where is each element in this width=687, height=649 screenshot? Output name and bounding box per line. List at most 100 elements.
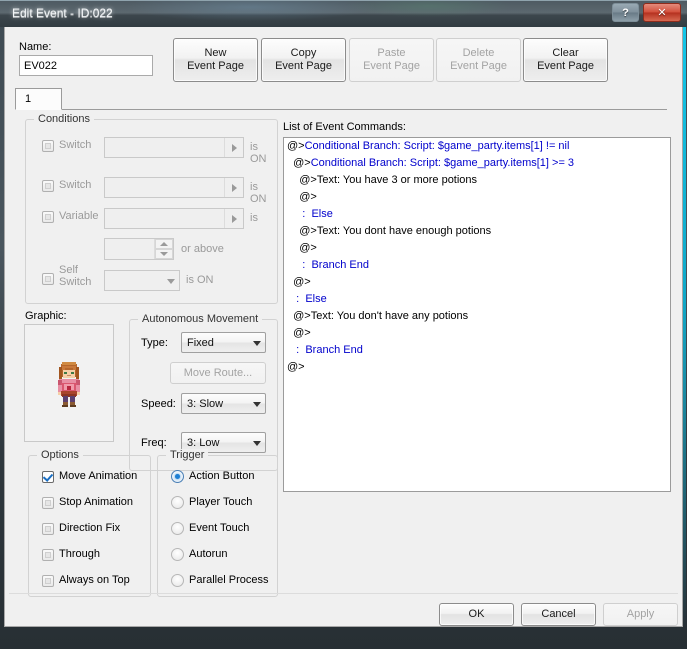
- condition-variable-number-stepper[interactable]: [104, 238, 174, 260]
- movement-speed-value: 3: Slow: [187, 397, 224, 410]
- clear-event-page-button[interactable]: Clear Event Page: [523, 38, 608, 82]
- graphic-preview[interactable]: [24, 324, 114, 442]
- trigger-autorun-radio[interactable]: [171, 548, 184, 561]
- command-marker: @>: [299, 174, 317, 186]
- condition-variable-checkbox[interactable]: [42, 211, 54, 223]
- dialog-client-area: Name: EV022 New Event Page Copy Event Pa…: [4, 27, 683, 627]
- trigger-autorun-label: Autorun: [189, 548, 228, 560]
- trigger-action-button-radio[interactable]: [171, 470, 184, 483]
- command-text: Text: You dont have enough potions: [316, 225, 492, 237]
- option-move-animation-checkbox[interactable]: [42, 471, 54, 483]
- tab-page-1[interactable]: 1: [15, 88, 62, 110]
- condition-self-switch-suffix: is ON: [186, 274, 214, 286]
- option-direction-fix-checkbox[interactable]: [42, 523, 54, 535]
- command-indent: [287, 191, 299, 203]
- condition-switch1-checkbox[interactable]: [42, 140, 54, 152]
- movement-freq-value: 3: Low: [187, 436, 220, 449]
- command-list-row[interactable]: : Else: [284, 291, 670, 308]
- command-list-row[interactable]: @>: [284, 274, 670, 291]
- trigger-event-touch-radio[interactable]: [171, 522, 184, 535]
- copy-event-page-line2: Event Page: [275, 60, 332, 72]
- condition-switch2-checkbox[interactable]: [42, 180, 54, 192]
- command-indent: [287, 225, 299, 237]
- command-marker: @>: [299, 191, 317, 203]
- condition-switch2-select[interactable]: [104, 177, 244, 198]
- copy-event-page-button[interactable]: Copy Event Page: [261, 38, 346, 82]
- command-indent: [287, 293, 296, 305]
- name-label: Name:: [19, 41, 52, 53]
- movement-speed-select[interactable]: 3: Slow: [181, 393, 266, 414]
- close-button[interactable]: ✕: [643, 3, 681, 22]
- option-through-label: Through: [59, 548, 100, 560]
- condition-variable-label: Variable: [59, 210, 99, 222]
- command-list-row[interactable]: : Branch End: [284, 257, 670, 274]
- condition-switch1-label: Switch: [59, 139, 92, 151]
- condition-switch1-suffix: is ON: [250, 141, 267, 165]
- movement-type-value: Fixed: [187, 336, 214, 349]
- stepper-down-icon[interactable]: [155, 249, 173, 259]
- browse-arrow-icon: [224, 138, 243, 157]
- condition-switch2-suffix: is ON: [250, 181, 267, 205]
- command-marker: @>: [299, 225, 317, 237]
- command-text: Branch End: [305, 344, 363, 356]
- options-group: Options Move Animation Stop Animation Di…: [28, 449, 151, 597]
- command-list-row[interactable]: @>Conditional Branch: Script: $game_part…: [284, 138, 670, 155]
- command-marker: @>: [293, 157, 311, 169]
- chevron-down-icon: [253, 441, 261, 446]
- paste-event-page-button[interactable]: Paste Event Page: [349, 38, 434, 82]
- trigger-group-title: Trigger: [166, 449, 209, 461]
- name-input[interactable]: EV022: [19, 55, 153, 76]
- condition-switch1-select[interactable]: [104, 137, 244, 158]
- move-route-button[interactable]: Move Route...: [170, 362, 266, 384]
- option-stop-animation-checkbox[interactable]: [42, 497, 54, 509]
- ok-button[interactable]: OK: [439, 603, 514, 626]
- movement-type-select[interactable]: Fixed: [181, 332, 266, 353]
- command-list-row[interactable]: @>: [284, 189, 670, 206]
- title-bar: Edit Event - ID:022 ? ✕: [0, 0, 687, 27]
- command-text: Else: [305, 293, 327, 305]
- command-list-row[interactable]: : Else: [284, 206, 670, 223]
- command-marker: :: [296, 293, 306, 305]
- command-list-row[interactable]: : Branch End: [284, 342, 670, 359]
- help-button[interactable]: ?: [612, 3, 639, 22]
- command-list-row[interactable]: @>Text: You have 3 or more potions: [284, 172, 670, 189]
- command-list-row[interactable]: @>: [284, 359, 670, 376]
- delete-event-page-button[interactable]: Delete Event Page: [436, 38, 521, 82]
- stepper-up-icon[interactable]: [155, 239, 173, 249]
- trigger-player-touch-radio[interactable]: [171, 496, 184, 509]
- command-marker: :: [296, 344, 306, 356]
- command-list-row[interactable]: @>Text: You dont have enough potions: [284, 223, 670, 240]
- window-accent-edge: [683, 27, 686, 627]
- cancel-button[interactable]: Cancel: [521, 603, 596, 626]
- option-stop-animation-label: Stop Animation: [59, 496, 133, 508]
- condition-variable-number-suffix: or above: [181, 243, 224, 255]
- command-list-row[interactable]: @>Text: You don't have any potions: [284, 308, 670, 325]
- option-always-on-top-checkbox[interactable]: [42, 575, 54, 587]
- autonomous-movement-title: Autonomous Movement: [138, 313, 263, 325]
- graphic-label: Graphic:: [25, 310, 67, 322]
- command-text: Text: You don't have any potions: [310, 310, 469, 322]
- chevron-down-icon: [253, 341, 261, 346]
- conditions-group: Conditions Switch is ON Switch is ON Var…: [25, 113, 278, 304]
- condition-self-switch-checkbox[interactable]: [42, 273, 54, 285]
- command-indent: [287, 208, 302, 220]
- new-event-page-line1: New: [204, 47, 227, 59]
- new-event-page-line2: Event Page: [187, 60, 244, 72]
- option-through-checkbox[interactable]: [42, 549, 54, 561]
- clear-event-page-line2: Event Page: [537, 60, 594, 72]
- tabstrip-baseline: [15, 109, 667, 110]
- condition-self-switch-select[interactable]: [104, 270, 180, 291]
- command-text: Conditional Branch: Script: $game_party.…: [310, 157, 575, 169]
- condition-variable-select[interactable]: [104, 208, 244, 229]
- trigger-parallel-process-label: Parallel Process: [189, 574, 269, 586]
- command-list[interactable]: @>Conditional Branch: Script: $game_part…: [283, 137, 671, 492]
- stepper-arrows[interactable]: [154, 239, 173, 259]
- command-marker: @>: [287, 140, 305, 152]
- apply-button[interactable]: Apply: [603, 603, 678, 626]
- trigger-parallel-process-radio[interactable]: [171, 574, 184, 587]
- new-event-page-button[interactable]: New Event Page: [173, 38, 258, 82]
- edit-event-dialog: Edit Event - ID:022 ? ✕ Name: EV022 New …: [0, 0, 687, 649]
- command-list-row[interactable]: @>: [284, 240, 670, 257]
- command-list-row[interactable]: @>Conditional Branch: Script: $game_part…: [284, 155, 670, 172]
- command-list-row[interactable]: @>: [284, 325, 670, 342]
